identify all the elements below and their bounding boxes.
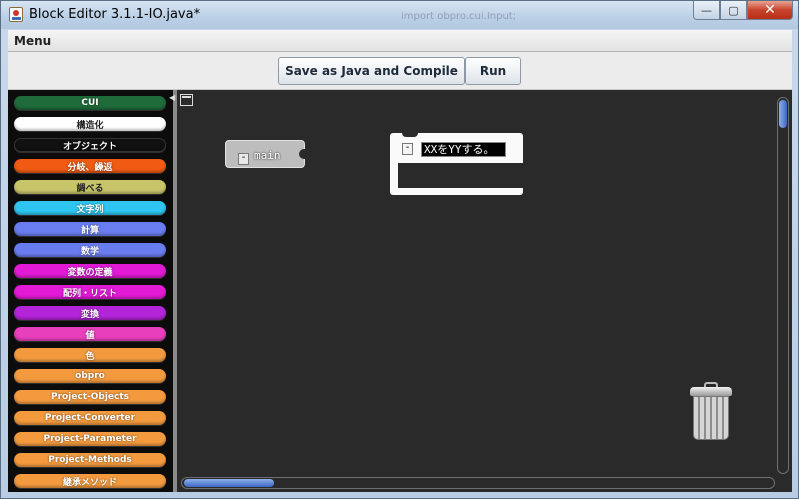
menu-item-menu[interactable]: Menu: [14, 34, 51, 48]
palette-drawer[interactable]: 文字列: [14, 201, 166, 215]
palette-drawer[interactable]: 継承メソッド: [14, 474, 166, 488]
block-palette: CUI 構造化オブジェクト 分岐、繰返調べる文字列計算数学変数の定義配列・リスト 変換…: [8, 90, 173, 492]
palette-drawer[interactable]: 変換: [14, 306, 166, 320]
minimize-button[interactable]: —: [693, 1, 720, 20]
minimap-toggle-icon[interactable]: [180, 94, 193, 106]
collapse-button[interactable]: -: [238, 153, 249, 165]
palette-drawer[interactable]: 構造化: [14, 117, 166, 131]
palette-drawer[interactable]: CUI: [14, 96, 166, 110]
palette-drawer[interactable]: 調べる: [14, 180, 166, 194]
vertical-scrollbar[interactable]: [777, 97, 789, 474]
background-window-text: import obpro.cui.Input;: [401, 11, 517, 22]
palette-drawer[interactable]: Project-Objects: [14, 390, 166, 404]
palette-drawer[interactable]: 色: [14, 348, 166, 362]
main-block[interactable]: - main: [225, 140, 305, 168]
horizontal-scrollbar[interactable]: [181, 477, 775, 489]
split-arrow-icon[interactable]: ◀: [169, 93, 175, 102]
menu-bar: Menu: [8, 30, 792, 52]
statement-block-side: [390, 163, 398, 189]
trash-lid: [690, 387, 732, 396]
palette-drawer[interactable]: 分岐、繰返: [14, 159, 166, 173]
toolbar: Save as Java and Compile Run: [8, 52, 792, 90]
palette-drawer[interactable]: Project-Methods: [14, 453, 166, 467]
save-and-compile-button[interactable]: Save as Java and Compile: [278, 57, 465, 85]
palette-drawer[interactable]: obpro: [14, 369, 166, 383]
run-button[interactable]: Run: [465, 57, 521, 85]
minimize-icon: —: [701, 3, 712, 17]
palette-drawer[interactable]: Project-Parameter: [14, 432, 166, 446]
palette-drawer[interactable]: 値: [14, 327, 166, 341]
maximize-icon: ▢: [728, 3, 739, 17]
statement-block-footer: [390, 188, 523, 195]
palette-drawer[interactable]: 数学: [14, 243, 166, 257]
trash-can-icon[interactable]: [688, 381, 734, 441]
palette-drawer[interactable]: 変数の定義: [14, 264, 166, 278]
collapse-button[interactable]: -: [402, 143, 413, 155]
window-controls: — ▢ ✕: [693, 1, 793, 20]
title-bar[interactable]: Block Editor 3.1.1-IO.java* import obpro…: [1, 1, 798, 29]
palette-drawer[interactable]: 計算: [14, 222, 166, 236]
close-icon: ✕: [764, 2, 776, 18]
close-button[interactable]: ✕: [747, 1, 793, 20]
main-block-label: main: [254, 149, 281, 162]
statement-block[interactable]: - XXをYYする。: [390, 133, 523, 195]
palette-drawer[interactable]: Project-Converter: [14, 411, 166, 425]
vertical-scroll-thumb[interactable]: [779, 100, 787, 128]
window-title: Block Editor 3.1.1-IO.java*: [29, 7, 201, 22]
java-app-icon: [9, 7, 23, 22]
horizontal-scroll-thumb[interactable]: [184, 479, 274, 487]
palette-drawer[interactable]: オブジェクト: [14, 138, 166, 152]
app-window: Block Editor 3.1.1-IO.java* import obpro…: [0, 0, 799, 499]
trash-body: [693, 396, 729, 440]
palette-drawer[interactable]: 配列・リスト: [14, 285, 166, 299]
maximize-button[interactable]: ▢: [720, 1, 747, 20]
statement-text-field[interactable]: XXをYYする。: [421, 142, 506, 157]
statement-block-notch: [402, 133, 418, 137]
